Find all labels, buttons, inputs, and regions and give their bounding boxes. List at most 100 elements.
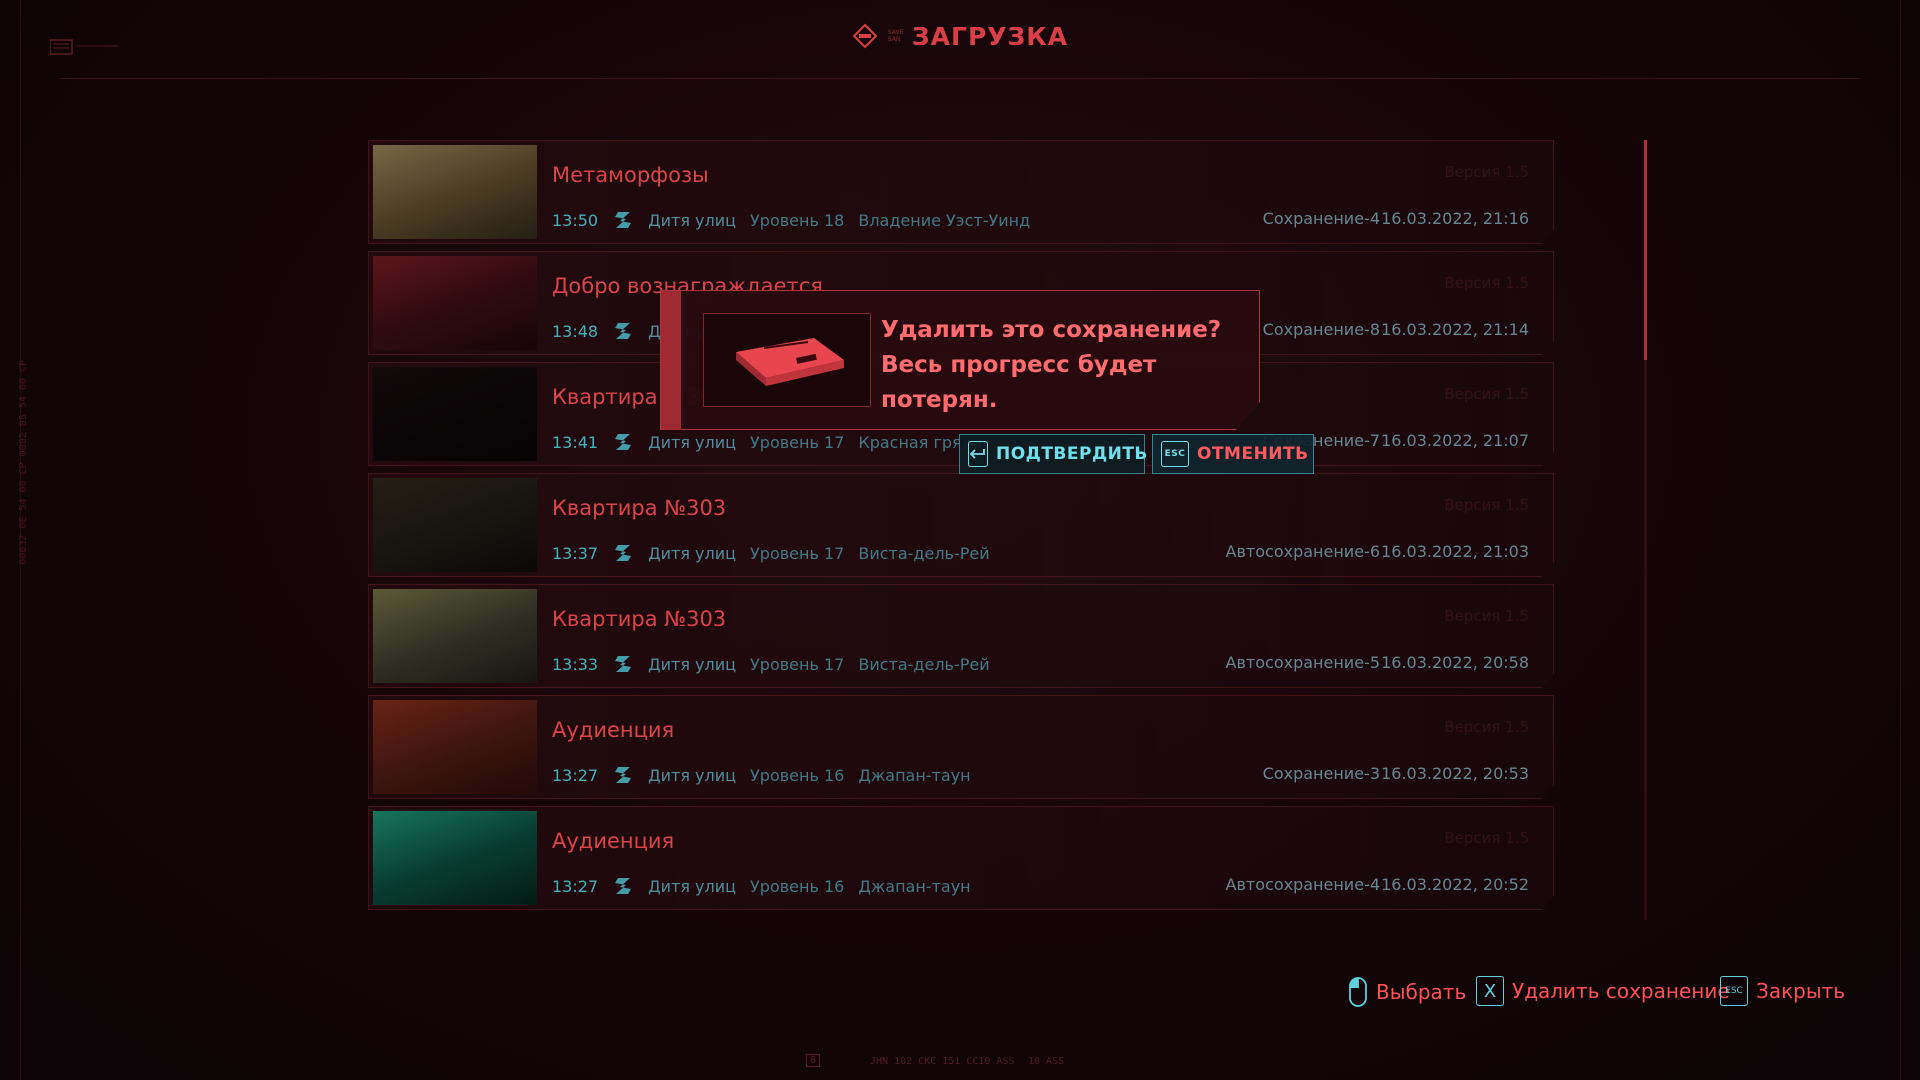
save-slot-name: Автосохранение-4 [1225, 875, 1380, 894]
save-location: Джапан-таун [858, 765, 971, 785]
save-location: Владение Уэст-Уинд [858, 210, 1031, 230]
save-thumbnail [373, 256, 537, 350]
close-label: Закрыть [1756, 979, 1846, 1003]
delete-label: Удалить сохранение [1512, 979, 1730, 1003]
mouse-icon [1349, 977, 1367, 1007]
save-row[interactable]: Квартира №303 Версия 1.5 13:37 Дитя улиц… [368, 473, 1554, 577]
save-version: Версия 1.5 [1444, 163, 1529, 181]
save-version: Версия 1.5 [1444, 385, 1529, 403]
save-level: Уровень 16 [750, 765, 845, 785]
save-location: Джапан-таун [858, 876, 971, 896]
save-row[interactable]: Квартира №303 Версия 1.5 13:33 Дитя улиц… [368, 584, 1554, 688]
save-thumbnail [373, 700, 537, 794]
confirm-button[interactable]: ПОДТВЕРДИТЬ [959, 434, 1148, 474]
save-playtime: 13:50 [552, 210, 599, 230]
save-list: Метаморфозы Версия 1.5 13:50 Дитя улиц У… [368, 140, 1554, 917]
streetkid-icon [615, 212, 632, 228]
streetkid-icon [615, 545, 632, 561]
diamond-icon [852, 23, 878, 49]
save-lifepath: Дитя улиц [648, 765, 737, 785]
save-level: Уровень 17 [750, 432, 845, 452]
bottom-code: JHN 102 CKC 151 CC10 ASS [870, 1056, 1015, 1067]
save-date: 16.03.2022, 21:14 [1381, 320, 1529, 339]
save-slot-name: Автосохранение-5 [1225, 653, 1380, 672]
header: SAVE SAN ЗАГРУЗКА [0, 0, 1920, 80]
save-slot-name: Автосохранение-6 [1225, 542, 1380, 561]
footer-delete[interactable]: X Удалить сохранение [1476, 976, 1730, 1006]
save-playtime: 13:48 [552, 321, 599, 341]
save-version: Версия 1.5 [1444, 829, 1529, 847]
save-playtime: 13:27 [552, 876, 599, 896]
save-thumbnail [373, 811, 537, 905]
save-playtime: 13:37 [552, 543, 599, 563]
save-thumbnail [373, 478, 537, 572]
save-lifepath: Дитя улиц [648, 876, 737, 896]
dialog-message: Удалить это сохранение? Весь прогресс бу… [881, 313, 1259, 418]
streetkid-icon [615, 434, 632, 450]
footer-select[interactable]: Выбрать [1348, 976, 1466, 1008]
dialog-line-2: Весь прогресс будет потерян. [881, 352, 1157, 413]
streetkid-icon [615, 878, 632, 894]
save-chip-icon [736, 338, 844, 386]
delete-dialog: Удалить это сохранение? Весь прогресс бу… [660, 290, 1260, 430]
page-title: ЗАГРУЗКА [911, 21, 1069, 51]
streetkid-icon [615, 656, 632, 672]
save-row[interactable]: Аудиенция Версия 1.5 13:27 Дитя улиц Уро… [368, 695, 1554, 799]
save-version: Версия 1.5 [1444, 718, 1529, 736]
esc-key-icon-footer: ESC [1720, 976, 1748, 1006]
save-thumbnail [373, 145, 537, 239]
streetkid-icon [615, 323, 632, 339]
cancel-button[interactable]: ESC ОТМЕНИТЬ [1152, 434, 1314, 474]
save-location: Виста-дель-Рей [858, 543, 990, 563]
cancel-label: ОТМЕНИТЬ [1197, 444, 1309, 464]
save-date: 16.03.2022, 21:07 [1381, 431, 1529, 450]
bottom-tag: 8 [806, 1054, 821, 1067]
save-slot-name: Сохранение-4 [1262, 209, 1380, 228]
save-lifepath: Дитя улиц [648, 654, 737, 674]
save-lifepath: Дитя улиц [648, 543, 737, 563]
save-slot-name: Сохранение-8 [1262, 320, 1380, 339]
save-meta: 13:27 Дитя улиц Уровень 16 Джапан-таун [552, 875, 971, 897]
save-version: Версия 1.5 [1444, 274, 1529, 292]
save-version: Версия 1.5 [1444, 607, 1529, 625]
dialog-illustration [703, 313, 871, 407]
header-small-logo: SAVE SAN [887, 29, 904, 43]
side-code: 00032 0E 54 00 CP 0002 05 54 00 CP [18, 360, 29, 565]
save-version: Версия 1.5 [1444, 496, 1529, 514]
save-thumbnail [373, 367, 537, 461]
save-row[interactable]: Аудиенция Версия 1.5 13:27 Дитя улиц Уро… [368, 806, 1554, 910]
save-row[interactable]: Метаморфозы Версия 1.5 13:50 Дитя улиц У… [368, 140, 1554, 244]
save-level: Уровень 17 [750, 543, 845, 563]
dialog-side-bar [661, 291, 681, 430]
save-date: 16.03.2022, 20:53 [1381, 764, 1529, 783]
scrollbar-thumb[interactable] [1644, 140, 1647, 360]
scrollbar-track[interactable] [1644, 360, 1647, 920]
save-date: 16.03.2022, 21:03 [1381, 542, 1529, 561]
save-lifepath: Дитя улиц [648, 210, 737, 230]
streetkid-icon [615, 767, 632, 783]
save-meta: 13:50 Дитя улиц Уровень 18 Владение Уэст… [552, 209, 1030, 231]
esc-key-icon: ESC [1161, 441, 1189, 467]
save-title: Квартира №303 [552, 607, 727, 631]
save-location: Виста-дель-Рей [858, 654, 990, 674]
save-playtime: 13:41 [552, 432, 599, 452]
save-date: 16.03.2022, 21:16 [1381, 209, 1529, 228]
save-date: 16.03.2022, 20:58 [1381, 653, 1529, 672]
save-title: Аудиенция [552, 829, 675, 853]
save-title: Метаморфозы [552, 163, 709, 187]
dialog-line-1: Удалить это сохранение? [881, 317, 1222, 343]
select-label: Выбрать [1376, 980, 1467, 1004]
save-meta: 13:37 Дитя улиц Уровень 17 Виста-дель-Ре… [552, 542, 990, 564]
save-meta: 13:41 Дитя улиц Уровень 17 Красная гряда [552, 431, 983, 453]
save-meta: 13:27 Дитя улиц Уровень 16 Джапан-таун [552, 764, 971, 786]
confirm-label: ПОДТВЕРДИТЬ [996, 444, 1148, 464]
bottom-code-2: 10 ASS [1028, 1056, 1065, 1067]
corner-logo-icon [50, 39, 118, 55]
save-playtime: 13:27 [552, 765, 599, 785]
save-title: Квартира №303 [552, 496, 727, 520]
save-level: Уровень 18 [750, 210, 845, 230]
save-slot-name: Сохранение-3 [1262, 764, 1380, 783]
page-title-wrap: SAVE SAN ЗАГРУЗКА [852, 22, 1068, 51]
save-thumbnail [373, 589, 537, 683]
footer-close[interactable]: ESC Закрыть [1720, 976, 1845, 1006]
